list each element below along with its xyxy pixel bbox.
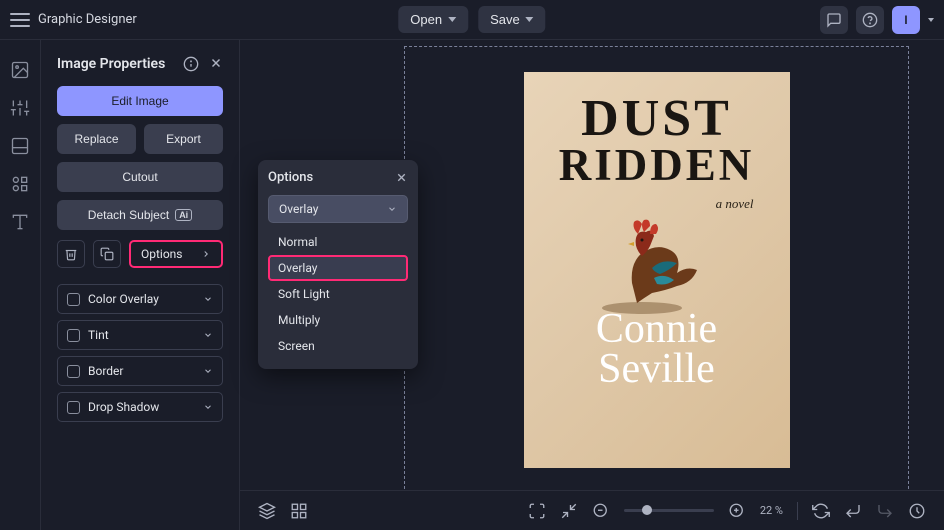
hamburger-menu[interactable] [10,13,30,27]
divider [797,502,798,520]
border-row[interactable]: Border [57,356,223,386]
edit-image-button[interactable]: Edit Image [57,86,223,116]
fullscreen-icon[interactable] [528,502,546,520]
redo-icon[interactable] [876,502,894,520]
select-value: Overlay [279,202,318,216]
help-button[interactable] [856,6,884,34]
tint-row[interactable]: Tint [57,320,223,350]
avatar[interactable]: I [892,6,920,34]
refresh-icon[interactable] [812,502,830,520]
chevron-down-icon [203,330,213,340]
shapes-tool-icon[interactable] [10,174,30,194]
sliders-tool-icon[interactable] [10,98,30,118]
prop-label: Tint [88,328,109,342]
chevron-down-icon[interactable] [928,18,934,22]
sidebar-title: Image Properties [57,56,165,72]
fit-icon[interactable] [560,502,578,520]
open-label: Open [410,12,442,27]
undo-icon[interactable] [844,502,862,520]
comments-button[interactable] [820,6,848,34]
layers-icon[interactable] [258,502,276,520]
chevron-down-icon [203,294,213,304]
prop-label: Color Overlay [88,292,159,306]
duplicate-button[interactable] [93,240,121,268]
checkbox-icon [67,401,80,414]
cutout-button[interactable]: Cutout [57,162,223,192]
zoom-percent[interactable]: 22 % [760,504,783,517]
author-line1: Connie [596,310,717,350]
options-popup: Options Overlay Normal Overlay Soft Ligh… [258,160,418,369]
layout-tool-icon[interactable] [10,136,30,156]
prop-label: Drop Shadow [88,400,159,414]
prop-label: Border [88,364,123,378]
close-icon[interactable] [209,56,223,72]
popup-title: Options [268,170,313,185]
zoom-slider[interactable] [624,509,714,512]
color-overlay-row[interactable]: Color Overlay [57,284,223,314]
chevron-down-icon [203,402,213,412]
ai-badge: Ai [175,209,192,221]
app-title: Graphic Designer [38,12,137,27]
text-tool-icon[interactable] [10,212,30,232]
grid-icon[interactable] [290,502,308,520]
popup-header: Options [268,170,408,185]
detach-subject-button[interactable]: Detach Subject Ai [57,200,223,230]
rooster-illustration [582,208,712,318]
topbar-center: Open Save [398,6,545,33]
chevron-down-icon [526,17,534,22]
drop-shadow-row[interactable]: Drop Shadow [57,392,223,422]
topbar: Graphic Designer Open Save I [0,0,944,40]
open-button[interactable]: Open [398,6,468,33]
main: Image Properties Edit Image Replace Expo… [0,40,944,530]
artboard[interactable]: DUST RIDDEN a novel Connie Seville [404,46,909,494]
cover-title-line1: DUST [559,96,755,143]
save-button[interactable]: Save [478,6,546,33]
option-screen[interactable]: Screen [268,333,408,359]
delete-button[interactable] [57,240,85,268]
checkbox-icon [67,365,80,378]
sidebar-header: Image Properties [57,56,223,72]
image-tool-icon[interactable] [10,60,30,80]
zoom-out-icon[interactable] [592,502,610,520]
chevron-down-icon [387,204,397,214]
detach-subject-label: Detach Subject [88,208,169,222]
cover-author: Connie Seville [596,310,717,390]
chevron-right-icon [201,249,211,259]
options-button[interactable]: Options [129,240,223,268]
option-overlay[interactable]: Overlay [268,255,408,281]
chevron-down-icon [203,366,213,376]
zoom-in-icon[interactable] [728,502,746,520]
blend-mode-select[interactable]: Overlay [268,195,408,223]
option-soft-light[interactable]: Soft Light [268,281,408,307]
info-icon[interactable] [183,56,199,72]
author-line2: Seville [596,350,717,390]
topbar-right: I [820,6,934,34]
history-icon[interactable] [908,502,926,520]
toolstrip [0,40,40,530]
cover-subtitle: a novel [716,196,754,212]
chevron-down-icon [448,17,456,22]
cover-title: DUST RIDDEN [559,96,755,188]
option-multiply[interactable]: Multiply [268,307,408,333]
checkbox-icon [67,293,80,306]
sidebar: Image Properties Edit Image Replace Expo… [40,40,240,530]
options-label: Options [141,247,183,261]
cover-title-line2: RIDDEN [559,143,755,188]
book-cover[interactable]: DUST RIDDEN a novel Connie Seville [524,72,790,468]
close-icon[interactable] [395,171,408,184]
save-label: Save [490,12,520,27]
bottom-bar: 22 % [240,490,944,530]
export-button[interactable]: Export [144,124,223,154]
option-normal[interactable]: Normal [268,229,408,255]
replace-button[interactable]: Replace [57,124,136,154]
checkbox-icon [67,329,80,342]
